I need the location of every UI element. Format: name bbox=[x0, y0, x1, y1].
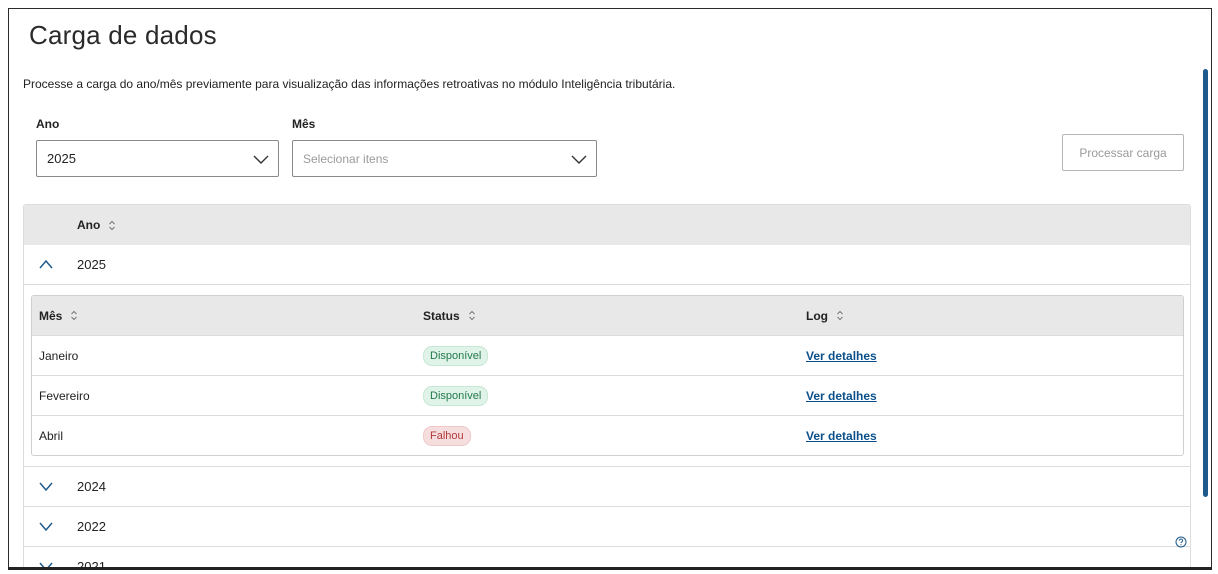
month-select-placeholder: Selecionar itens bbox=[303, 151, 389, 166]
year-select-value: 2025 bbox=[47, 151, 76, 166]
sort-icon[interactable] bbox=[70, 310, 78, 321]
year-row-label: 2025 bbox=[77, 257, 106, 272]
table-row: Abril Falhou Ver detalhes bbox=[32, 415, 1183, 455]
sort-icon[interactable] bbox=[108, 220, 116, 231]
table-row: Fevereiro Disponível Ver detalhes bbox=[32, 375, 1183, 415]
chevron-down-icon bbox=[571, 155, 587, 164]
month-cell: Abril bbox=[39, 428, 64, 443]
year-row-label: 2021 bbox=[77, 559, 106, 570]
year-row-2024[interactable]: 2024 bbox=[24, 467, 1190, 507]
view-details-link[interactable]: Ver detalhes bbox=[806, 389, 877, 403]
year-row-2025[interactable]: 2025 bbox=[24, 245, 1190, 285]
month-field-label: Mês bbox=[292, 117, 316, 131]
table-row: Janeiro Disponível Ver detalhes bbox=[32, 335, 1183, 375]
year-row-label: 2024 bbox=[77, 479, 106, 494]
month-cell: Janeiro bbox=[39, 348, 79, 363]
month-table-header: Mês Status Log bbox=[32, 296, 1183, 335]
year-row-2021[interactable]: 2021 bbox=[24, 547, 1190, 570]
status-column-label: Status bbox=[423, 308, 460, 323]
vertical-scrollbar[interactable] bbox=[1203, 69, 1208, 497]
status-badge: Falhou bbox=[423, 425, 471, 446]
status-column-header[interactable]: Status bbox=[423, 296, 476, 335]
chevron-down-icon[interactable] bbox=[38, 480, 54, 492]
month-column-label: Mês bbox=[39, 308, 63, 323]
month-table: Mês Status Log Janeiro Disponível Ver de… bbox=[31, 295, 1184, 456]
status-badge: Disponível bbox=[423, 385, 489, 406]
year-row-2022[interactable]: 2022 bbox=[24, 507, 1190, 547]
view-details-link[interactable]: Ver detalhes bbox=[806, 429, 877, 443]
chevron-down-icon[interactable] bbox=[38, 520, 54, 532]
year-field-label: Ano bbox=[36, 117, 60, 131]
year-table: Ano 2025 Mês Status Log Janeiro Disponív… bbox=[23, 204, 1191, 570]
month-cell: Fevereiro bbox=[39, 388, 90, 403]
app-frame: Carga de dados Processe a carga do ano/m… bbox=[8, 8, 1212, 570]
page-description: Processe a carga do ano/mês previamente … bbox=[23, 77, 676, 91]
month-column-header[interactable]: Mês bbox=[39, 296, 78, 335]
status-badge: Disponível bbox=[423, 345, 489, 366]
sort-icon[interactable] bbox=[468, 310, 476, 321]
log-column-header[interactable]: Log bbox=[806, 296, 844, 335]
page-title: Carga de dados bbox=[29, 20, 217, 50]
chevron-down-icon bbox=[253, 155, 269, 164]
log-column-label: Log bbox=[806, 308, 828, 323]
year-row-label: 2022 bbox=[77, 519, 106, 534]
chevron-down-icon[interactable] bbox=[38, 560, 54, 570]
sort-icon[interactable] bbox=[836, 310, 844, 321]
help-icon[interactable] bbox=[1175, 536, 1187, 548]
month-select[interactable]: Selecionar itens bbox=[292, 140, 597, 177]
year-table-header: Ano bbox=[24, 205, 1190, 245]
chevron-up-icon[interactable] bbox=[38, 258, 54, 270]
year-2025-details: Mês Status Log Janeiro Disponível Ver de… bbox=[24, 285, 1190, 467]
process-load-button[interactable]: Processar carga bbox=[1062, 134, 1184, 171]
year-select[interactable]: 2025 bbox=[36, 140, 279, 177]
year-column-header[interactable]: Ano bbox=[77, 218, 100, 232]
view-details-link[interactable]: Ver detalhes bbox=[806, 349, 877, 363]
